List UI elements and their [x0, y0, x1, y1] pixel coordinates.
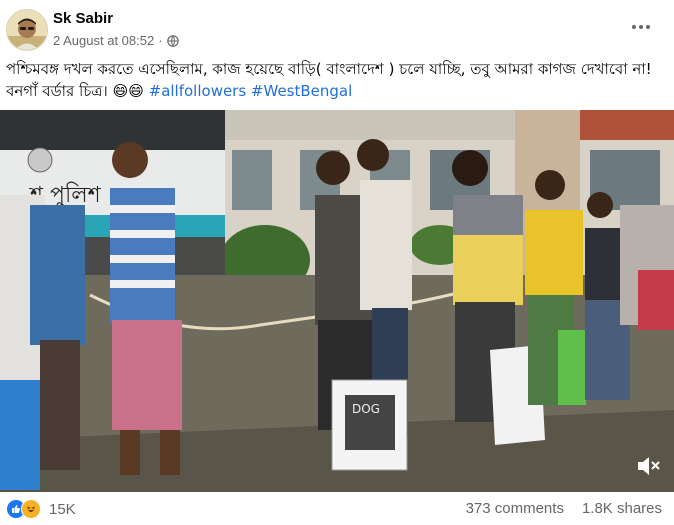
globe-icon [166, 34, 179, 47]
video-player[interactable]: শ পুলিশ DOG [0, 110, 674, 492]
meta-separator: · [158, 33, 163, 48]
post-caption: পশ্চিমবঙ্গ দখল করতে এসেছিলাম, কাজ হয়েছে… [6, 58, 666, 102]
comments-link[interactable]: 373 comments [466, 500, 564, 517]
reactions-summary[interactable]: 15K [6, 499, 76, 519]
post-header: Sk Sabir 2 August at 08:52 · [0, 0, 674, 56]
bag-text: DOG [352, 402, 380, 416]
engagement-stats: 373 comments 1.8K shares [466, 500, 662, 517]
caption-emoji: 😄😄 [112, 82, 144, 100]
shares-link[interactable]: 1.8K shares [582, 500, 662, 517]
more-options-icon[interactable] [628, 14, 654, 40]
post-timestamp[interactable]: 2 August at 08:52 [53, 33, 154, 48]
haha-reaction-icon [21, 499, 41, 519]
reaction-count: 15K [49, 500, 76, 518]
author-name[interactable]: Sk Sabir [53, 10, 113, 27]
volume-muted-icon[interactable] [634, 452, 662, 480]
hashtags-link[interactable]: #allfollowers #WestBengal [149, 82, 353, 100]
video-frame: শ পুলিশ DOG [0, 110, 674, 492]
avatar[interactable] [6, 9, 48, 51]
post-footer: 15K 373 comments 1.8K shares [0, 492, 674, 525]
post-meta: 2 August at 08:52 · [53, 33, 179, 48]
